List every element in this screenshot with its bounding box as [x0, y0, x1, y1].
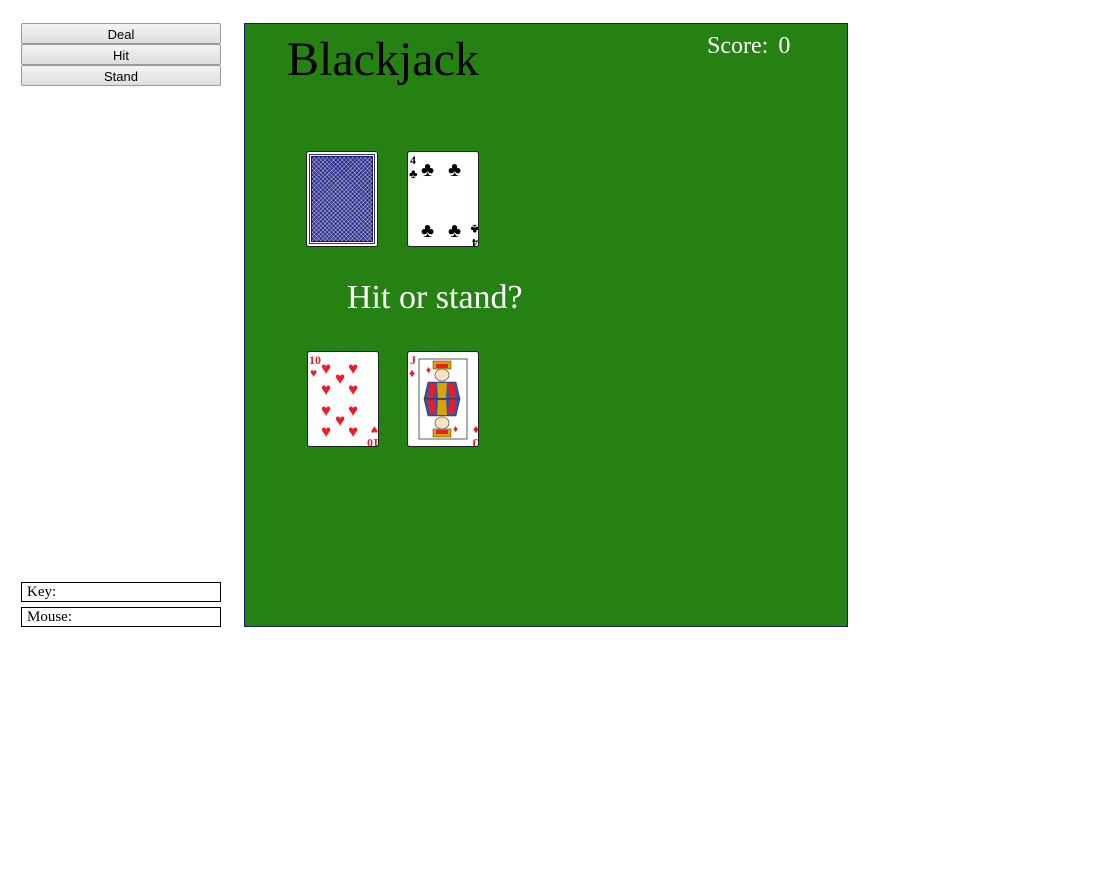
game-title: Blackjack — [287, 33, 479, 86]
deal-button[interactable]: Deal — [21, 23, 221, 44]
svg-text:♥: ♥ — [321, 401, 331, 420]
svg-text:♦: ♦ — [473, 423, 478, 437]
svg-text:♥: ♥ — [335, 369, 345, 388]
four-of-clubs-icon: 4 ♣ ♣ ♣ ♣ ♣ 4 ♣ — [409, 153, 478, 246]
card-back-icon — [311, 156, 373, 242]
svg-text:♣: ♣ — [421, 220, 434, 242]
player-card-2: J ♦ ♦ ♦ J — [407, 351, 479, 447]
dealer-card-1-back — [306, 151, 378, 247]
control-panel: Deal Hit Stand — [21, 23, 221, 86]
jack-of-diamonds-icon: J ♦ ♦ ♦ J — [409, 353, 478, 446]
svg-text:♣: ♣ — [448, 159, 461, 181]
svg-text:♦: ♦ — [453, 424, 458, 435]
svg-text:♥: ♥ — [348, 401, 358, 420]
player-card-1: 10 ♥ ♥ ♥ ♥ ♥ ♥ ♥ ♥ ♥ ♥ ♥ 10 ♥ — [307, 351, 379, 447]
hit-button[interactable]: Hit — [21, 44, 221, 65]
score-value: 0 — [778, 33, 791, 59]
svg-text:♣: ♣ — [421, 159, 434, 181]
card-suit: ♣ — [409, 166, 418, 181]
svg-text:♥: ♥ — [348, 359, 358, 378]
key-status: Key: — [21, 582, 221, 602]
svg-text:♥: ♥ — [335, 411, 345, 430]
ten-of-hearts-icon: 10 ♥ ♥ ♥ ♥ ♥ ♥ ♥ ♥ ♥ ♥ ♥ 10 ♥ — [309, 353, 378, 446]
card-suit: ♥ — [310, 366, 317, 380]
card-rank: J — [410, 353, 416, 367]
game-message: Hit or stand? — [347, 279, 523, 316]
card-rank: 10 — [309, 353, 321, 367]
score-label: Score: — [707, 33, 769, 59]
stand-button[interactable]: Stand — [21, 65, 221, 86]
svg-text:♥: ♥ — [321, 422, 331, 441]
mouse-status: Mouse: — [21, 607, 221, 627]
svg-text:♦: ♦ — [426, 365, 431, 376]
svg-text:♣: ♣ — [448, 220, 461, 242]
svg-text:♥: ♥ — [321, 359, 331, 378]
dealer-card-2: 4 ♣ ♣ ♣ ♣ ♣ 4 ♣ — [407, 151, 479, 247]
svg-text:♣: ♣ — [470, 222, 478, 237]
card-suit: ♦ — [409, 366, 415, 380]
svg-text:♥: ♥ — [348, 422, 358, 441]
game-canvas[interactable]: Blackjack Score: 0 4 ♣ ♣ ♣ ♣ ♣ 4 ♣ Hit or… — [244, 23, 848, 627]
card-rank: 4 — [410, 153, 416, 167]
score-display: Score: 0 — [707, 33, 790, 60]
svg-text:♥: ♥ — [321, 380, 331, 399]
svg-text:♥: ♥ — [348, 380, 358, 399]
svg-text:♥: ♥ — [371, 423, 378, 437]
